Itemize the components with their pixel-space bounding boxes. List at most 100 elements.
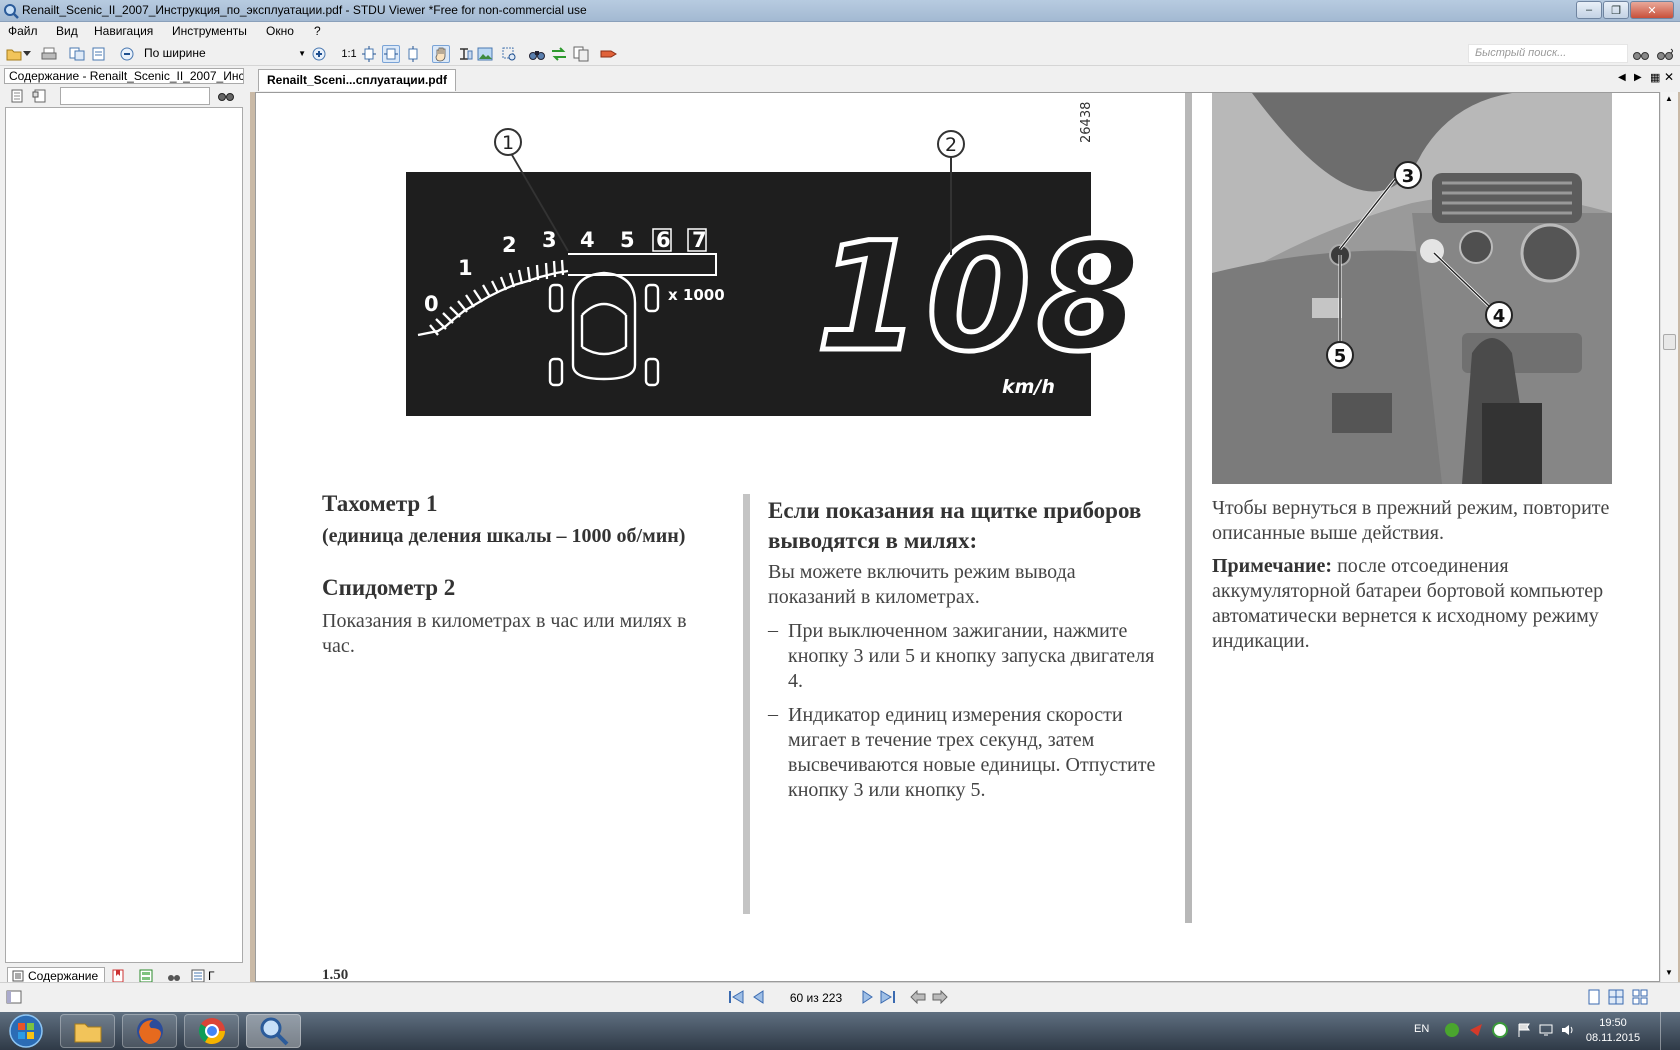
menu-help[interactable]: ? xyxy=(314,24,321,38)
contents-filter-input[interactable] xyxy=(60,87,210,105)
contents-tree[interactable] xyxy=(5,107,243,963)
binoculars-icon[interactable] xyxy=(218,88,234,102)
select-page-icon[interactable] xyxy=(90,45,108,63)
miles-intro: Вы можете включить режим вывода показани… xyxy=(768,561,1076,608)
facing-view-icon[interactable] xyxy=(1632,989,1648,1005)
image-select-icon[interactable] xyxy=(476,45,494,63)
continuous-view-icon[interactable] xyxy=(1608,989,1624,1005)
tacho-heading: Тахометр 1 xyxy=(322,491,438,516)
photo-callouts: 3 4 5 xyxy=(1326,161,1513,369)
copy-page-icon[interactable] xyxy=(68,45,86,63)
menu-tools[interactable]: Инструменты xyxy=(172,24,247,38)
single-page-view-icon[interactable] xyxy=(1586,989,1602,1005)
antivirus-tray-icon[interactable] xyxy=(1468,1022,1484,1038)
speedo-text: Показания в километрах в час или милях в… xyxy=(322,610,687,657)
system-clock[interactable]: 19:50 08.11.2015 xyxy=(1578,1016,1648,1046)
explorer-taskbar-icon[interactable] xyxy=(60,1014,115,1048)
search-next-icon[interactable] xyxy=(1656,45,1674,63)
list-dash-2: – xyxy=(768,703,778,725)
menu-view[interactable]: Вид xyxy=(56,24,78,38)
expand-all-icon[interactable] xyxy=(10,88,26,104)
menu-window[interactable]: Окно xyxy=(266,24,294,38)
fit-height-icon[interactable] xyxy=(404,45,422,63)
scroll-down-icon[interactable]: ▼ xyxy=(1665,968,1673,977)
document-tab[interactable]: Renailt_Sceni...сплуатации.pdf xyxy=(258,69,456,91)
maximize-button[interactable]: ❐ xyxy=(1603,1,1629,19)
print-icon[interactable] xyxy=(40,45,58,63)
actual-size-button[interactable]: 1:1 xyxy=(340,45,358,63)
tacho-mark-1: 1 xyxy=(458,256,473,280)
chrome-taskbar-icon[interactable] xyxy=(184,1014,239,1048)
text-select-icon[interactable] xyxy=(456,45,474,63)
list-icon xyxy=(12,970,24,982)
search-options-icon[interactable] xyxy=(1632,45,1650,63)
dashboard-display: 0 1 2 3 4 5 6 7 x 1000 108 km/h xyxy=(406,172,1147,416)
fit-width-icon[interactable] xyxy=(382,45,400,63)
miles-step-2: Индикатор единиц измерения скорости мига… xyxy=(788,704,1156,801)
zoom-out-icon[interactable] xyxy=(118,45,136,63)
svg-text:2: 2 xyxy=(945,134,957,156)
volume-tray-icon[interactable] xyxy=(1560,1022,1576,1038)
sync-arrows-icon[interactable] xyxy=(550,45,568,63)
flag-tray-icon[interactable] xyxy=(1516,1022,1532,1038)
svg-text:3: 3 xyxy=(1402,166,1415,187)
scrollbar-thumb[interactable] xyxy=(1663,334,1676,350)
figure-id: 26438 xyxy=(1079,102,1094,143)
minimize-button[interactable]: – xyxy=(1576,1,1602,19)
find-icon[interactable] xyxy=(528,45,546,63)
language-indicator[interactable]: EN xyxy=(1414,1023,1429,1035)
collapse-all-icon[interactable] xyxy=(32,88,48,104)
panel-toggle-icon[interactable] xyxy=(6,989,22,1005)
next-page-icon[interactable] xyxy=(862,990,874,1004)
speed-value: 108 xyxy=(816,211,1147,385)
show-desktop-button[interactable] xyxy=(1660,1012,1676,1050)
start-button[interactable] xyxy=(4,1013,48,1049)
last-page-icon[interactable] xyxy=(880,990,896,1004)
snapshot-icon[interactable] xyxy=(500,45,518,63)
zoom-in-icon[interactable] xyxy=(310,45,328,63)
svg-text:5: 5 xyxy=(1334,346,1347,367)
history-back-icon[interactable] xyxy=(910,990,926,1004)
vertical-scrollbar[interactable]: ▲ ▼ xyxy=(1660,92,1678,982)
menu-file[interactable]: Файл xyxy=(8,24,38,38)
zoom-select[interactable]: По ширине ▼ xyxy=(140,44,308,63)
quick-search-input[interactable]: Быстрый поиск... xyxy=(1468,44,1628,63)
menu-bar: Файл Вид Навигация Инструменты Окно ? xyxy=(0,22,1680,42)
column-rule-right xyxy=(1185,93,1192,923)
first-page-icon[interactable] xyxy=(728,990,744,1004)
network-tray-icon[interactable] xyxy=(1538,1022,1554,1038)
hand-tool-icon[interactable] xyxy=(432,45,450,63)
fit-page-icon[interactable] xyxy=(360,45,378,63)
clock-date: 08.11.2015 xyxy=(1585,1032,1641,1044)
document-page[interactable]: 0 1 2 3 4 5 6 7 x 1000 108 km/h 1 2 2643… xyxy=(255,92,1660,982)
column-rule-left xyxy=(743,494,750,914)
miles-step-1: При выключенном зажигании, нажмите кнопк… xyxy=(788,620,1155,692)
firefox-taskbar-icon[interactable] xyxy=(122,1014,177,1048)
list-dash-1: – xyxy=(768,619,778,641)
tab-next-icon[interactable]: ▶ xyxy=(1634,72,1642,83)
speed-unit: km/h xyxy=(1002,376,1055,398)
bookmark-icon[interactable] xyxy=(600,45,618,63)
open-icon[interactable] xyxy=(5,45,23,63)
tab-contents-label: Содержание xyxy=(28,969,99,983)
history-forward-icon[interactable] xyxy=(932,990,948,1004)
tacho-subheading: (единица деления шкалы – 1000 об/мин) xyxy=(322,525,686,547)
app-icon xyxy=(3,3,19,19)
svg-text:4: 4 xyxy=(1493,306,1506,327)
app-tray-icon[interactable] xyxy=(1492,1022,1508,1038)
scroll-up-icon[interactable]: ▲ xyxy=(1665,94,1673,103)
prev-page-icon[interactable] xyxy=(752,990,764,1004)
tab-close-icon[interactable]: ✕ xyxy=(1664,70,1674,84)
tab-prev-icon[interactable]: ◀ xyxy=(1618,72,1626,83)
tab-list-icon[interactable]: ▦ xyxy=(1650,71,1660,84)
note-paragraph: Примечание: после отсоединения аккумулят… xyxy=(1212,554,1612,654)
close-button[interactable]: ✕ xyxy=(1630,1,1674,19)
page-indicator[interactable]: 60 из 223 xyxy=(788,991,844,1005)
menu-navigation[interactable]: Навигация xyxy=(94,24,153,38)
open-dropdown-icon[interactable] xyxy=(22,45,32,63)
stdu-viewer-taskbar-icon[interactable] xyxy=(246,1014,301,1048)
copy-icon[interactable] xyxy=(572,45,590,63)
torrent-tray-icon[interactable] xyxy=(1444,1022,1460,1038)
contents-panel-title: Содержание - Renailt_Scenic_II_2007_Инст… xyxy=(4,68,244,84)
restore-text: Чтобы вернуться в прежний режим, повтори… xyxy=(1212,497,1610,544)
